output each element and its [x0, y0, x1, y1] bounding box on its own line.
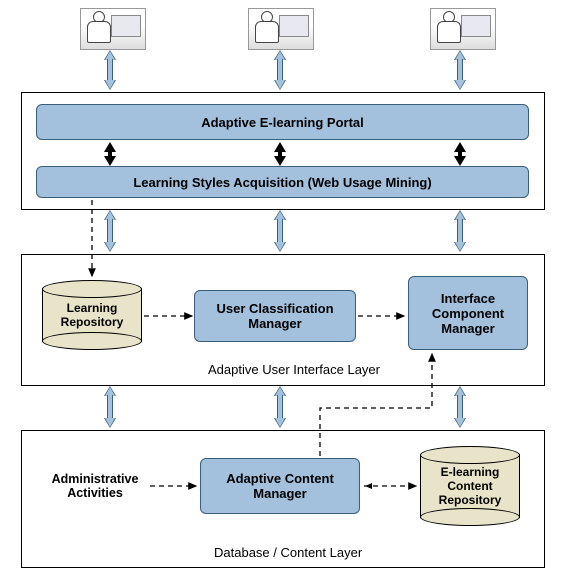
db-layer-label: Database / Content Layer: [214, 545, 362, 560]
elearning-content-repository-cylinder: E-learning Content Repository: [420, 446, 520, 526]
lsa-box: Learning Styles Acquisition (Web Usage M…: [36, 166, 529, 198]
bidir-arrow-icon: [454, 50, 466, 90]
bidir-arrow-icon: [454, 210, 466, 252]
portal-box: Adaptive E-learning Portal: [36, 104, 529, 140]
user-icon: [80, 8, 146, 50]
elearning-repo-label: E-learning Content Repository: [420, 466, 520, 507]
bidir-arrow-icon: [104, 210, 116, 252]
black-bidir-arrow-icon: [454, 142, 466, 166]
ucm-label: User Classification Manager: [216, 301, 333, 331]
bidir-arrow-icon: [274, 210, 286, 252]
learning-repository-cylinder: Learning Repository: [42, 280, 142, 350]
monitor-icon: [111, 15, 141, 37]
interface-component-manager-box: Interface Component Manager: [408, 276, 528, 350]
bidir-arrow-icon: [274, 50, 286, 90]
bidir-arrow-icon: [274, 386, 286, 428]
aui-layer-label: Adaptive User Interface Layer: [208, 362, 380, 377]
user-classification-manager-box: User Classification Manager: [194, 290, 356, 342]
bidir-arrow-icon: [104, 386, 116, 428]
admin-activities-label: Administrative Activities: [40, 472, 150, 501]
black-bidir-arrow-icon: [104, 142, 116, 166]
bidir-arrow-icon: [104, 50, 116, 90]
portal-label: Adaptive E-learning Portal: [201, 115, 364, 130]
acm-label: Adaptive Content Manager: [226, 471, 334, 501]
user-icon: [430, 8, 496, 50]
user-icon: [248, 8, 314, 50]
lsa-label: Learning Styles Acquisition (Web Usage M…: [133, 175, 431, 190]
monitor-icon: [279, 15, 309, 37]
person-icon: [255, 11, 277, 45]
icm-label: Interface Component Manager: [432, 291, 504, 336]
bidir-arrow-icon: [454, 386, 466, 428]
architecture-diagram: Adaptive E-learning Portal Learning Styl…: [0, 0, 566, 584]
adaptive-content-manager-box: Adaptive Content Manager: [200, 458, 360, 514]
learning-repo-label: Learning Repository: [42, 302, 142, 330]
black-bidir-arrow-icon: [274, 142, 286, 166]
monitor-icon: [461, 15, 491, 37]
person-icon: [87, 11, 109, 45]
person-icon: [437, 11, 459, 45]
